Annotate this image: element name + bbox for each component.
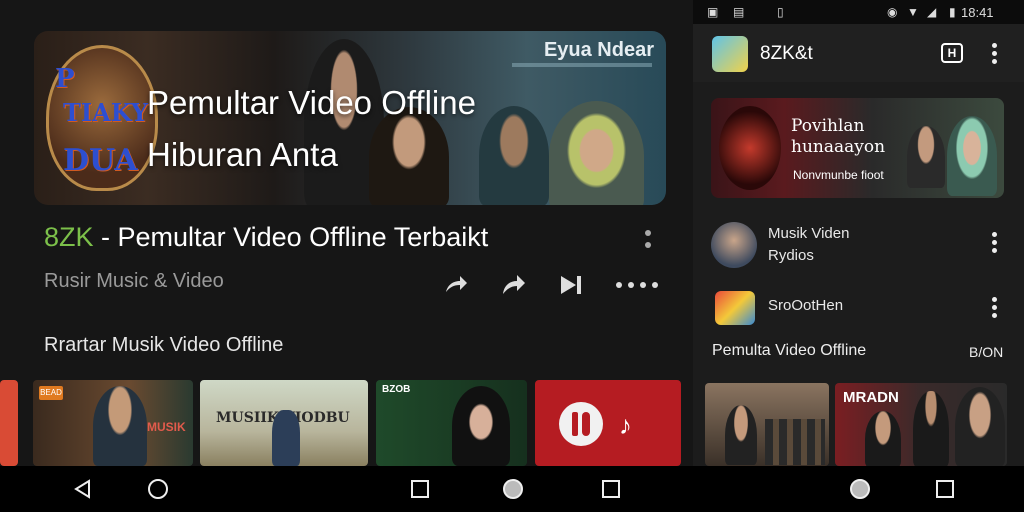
thumbnail-1[interactable]: BEAD MUSIK xyxy=(33,380,193,466)
overflow-menu-icon[interactable] xyxy=(989,43,1001,65)
cast-icon[interactable]: H xyxy=(941,43,963,63)
triangle-back-icon[interactable] xyxy=(72,478,94,500)
hero-brand: Eyua Ndear xyxy=(543,39,654,61)
app-logo-icon[interactable] xyxy=(712,36,748,72)
video-title-prefix: 8ZK xyxy=(44,222,94,252)
poster-text-1: P xyxy=(55,64,75,94)
thumbnail-1-caption: MUSIK xyxy=(147,420,186,434)
banner-subtitle: Nonvmunbe fioot xyxy=(793,168,884,182)
channel-name[interactable]: Rusir Music & Video xyxy=(44,270,224,293)
thumbnail-2-person xyxy=(272,410,300,466)
panel-thumbnail-1[interactable] xyxy=(705,383,829,466)
list-item[interactable]: SroOotHen xyxy=(693,283,1024,339)
circle-home-icon[interactable] xyxy=(147,478,169,500)
signal-icon: ◢ xyxy=(927,5,937,19)
list-item-label: SroOotHen xyxy=(768,295,843,317)
thumbnail-3[interactable]: BZOB xyxy=(376,380,527,466)
video-actions xyxy=(440,270,660,300)
circle-home-icon[interactable] xyxy=(849,478,871,500)
thumbnail-row: BEAD MUSIK MUSIIK VIODBU BZOB ♪ xyxy=(0,380,693,466)
video-title-text: - Pemultar Video Offline Terbaikt xyxy=(93,222,489,252)
hero-title-line2: Hiburan Anta xyxy=(147,136,338,173)
panel-thumbnail-2-caption: MRADN xyxy=(843,389,899,406)
status-bar: ▣ ▤ ▯ ◉ ▼ ◢ ▮ 18:41 xyxy=(693,0,1024,24)
list-item[interactable]: Musik Viden Rydios xyxy=(693,218,1024,274)
app-header: 8ZK&t H xyxy=(693,24,1024,82)
banner-title-line1: Povihlan xyxy=(791,116,865,136)
alarm-icon: ◉ xyxy=(887,5,898,19)
thumbnail-2[interactable]: MUSIIK VIODBU xyxy=(200,380,368,466)
avatar xyxy=(711,222,757,268)
square-recents-icon[interactable] xyxy=(934,478,956,500)
wifi-icon: ▼ xyxy=(907,5,919,19)
poster-text-2: TIAKY xyxy=(63,98,149,127)
notification-icon: ▣ xyxy=(707,5,719,19)
status-time: 18:41 xyxy=(961,5,994,20)
list-item-line2: Rydios xyxy=(768,247,814,264)
section-title: Rrartar Musik Video Offline xyxy=(44,334,284,356)
thumbnail-4[interactable]: ♪ xyxy=(535,380,681,466)
thumbnail-3-person xyxy=(452,386,510,466)
banner-art xyxy=(719,106,781,190)
sim-icon: ▤ xyxy=(733,5,745,19)
thumbnail-4-logo-icon xyxy=(559,402,603,446)
thumbnail-1-person xyxy=(93,386,147,466)
share-icon[interactable] xyxy=(440,270,470,300)
banner-title-line2: hunaaayon xyxy=(791,137,886,157)
featured-banner[interactable]: Povihlan hunaaayon Nonvmunbe fioot xyxy=(711,98,1004,198)
list-item-line1: SroOotHen xyxy=(768,297,844,314)
thumbnail-4-sound-icon: ♪ xyxy=(619,410,632,440)
skip-next-icon[interactable] xyxy=(556,270,586,300)
app-panel: ▣ ▤ ▯ ◉ ▼ ◢ ▮ 18:41 8ZK&t H Povihlan hun… xyxy=(693,0,1024,466)
app-name: 8ZK&t xyxy=(760,43,813,64)
banner-person-2 xyxy=(947,116,997,196)
battery-icon: ▮ xyxy=(949,5,956,19)
section-title: Pemulta Video Offline xyxy=(712,342,867,359)
circle-home-icon[interactable] xyxy=(502,478,524,500)
banner-title: Povihlan hunaaayon xyxy=(791,116,885,158)
thumbnail-1-badge: BEAD xyxy=(39,386,63,400)
poster-text-3: DUA xyxy=(63,143,138,178)
hero-title: Pemultar Video Offline Hiburan Anta xyxy=(147,77,476,181)
hero-banner[interactable]: P TIAKY DUA Pemultar Video Offline Hibur… xyxy=(34,31,666,205)
thumbnail-3-caption: BZOB xyxy=(382,384,411,395)
hero-person-3 xyxy=(479,106,549,205)
item-logo-icon xyxy=(715,291,755,325)
list-item-line1: Musik Viden xyxy=(768,225,850,242)
panel-thumbnail-2[interactable]: MRADN xyxy=(835,383,1007,466)
square-recents-icon[interactable] xyxy=(600,478,622,500)
navigation-bar xyxy=(0,466,1024,512)
screen: P TIAKY DUA Pemultar Video Offline Hibur… xyxy=(0,0,1024,512)
video-title: 8ZK - Pemultar Video Offline Terbaikt xyxy=(44,222,488,253)
section-count[interactable]: B/ON xyxy=(969,344,1003,360)
item-more-icon[interactable] xyxy=(989,232,1001,254)
hero-brand-underline xyxy=(512,63,652,67)
phone-icon: ▯ xyxy=(777,5,784,19)
thumbnail-partial[interactable] xyxy=(0,380,18,466)
hero-poster: P TIAKY DUA xyxy=(46,45,158,191)
list-item-label: Musik Viden Rydios xyxy=(768,223,849,267)
item-more-icon[interactable] xyxy=(989,297,1001,319)
forward-icon[interactable] xyxy=(498,270,528,300)
video-page: P TIAKY DUA Pemultar Video Offline Hibur… xyxy=(0,0,693,466)
video-more-icon[interactable] xyxy=(640,226,656,252)
hero-person-4 xyxy=(549,101,644,205)
hero-title-line1: Pemultar Video Offline xyxy=(147,84,476,121)
banner-person-1 xyxy=(907,126,945,188)
more-horizontal-icon[interactable] xyxy=(614,270,660,300)
square-recents-icon[interactable] xyxy=(409,478,431,500)
